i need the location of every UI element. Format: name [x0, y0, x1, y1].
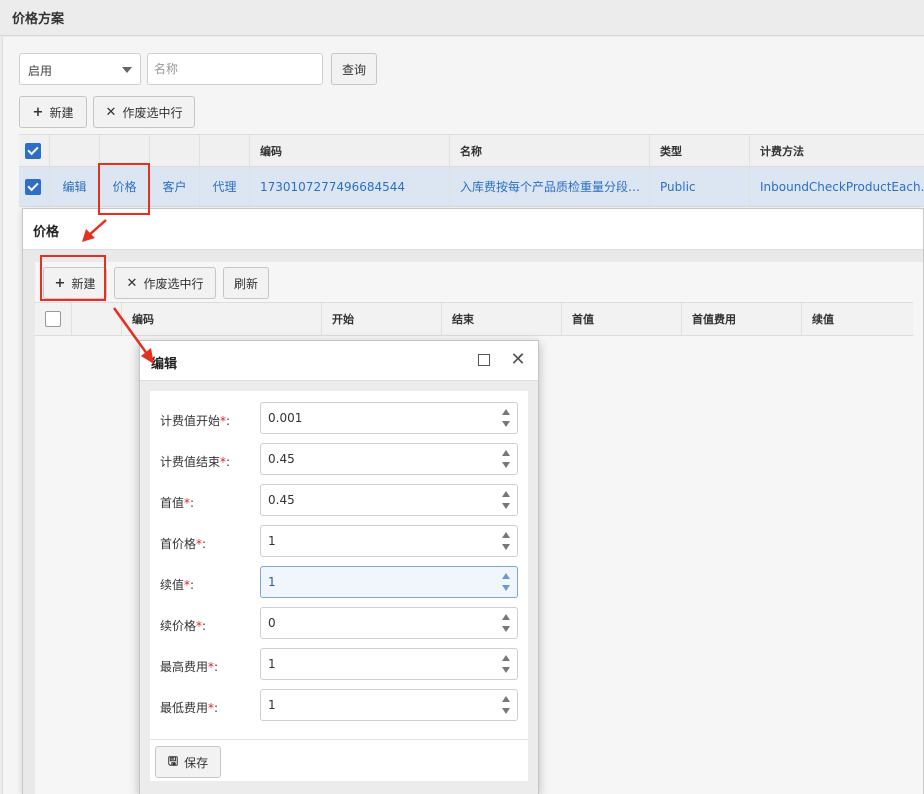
price-void-selected-button-label: 作废选中行 — [143, 276, 204, 291]
spinner-arrows-icon[interactable] — [502, 531, 510, 551]
field-label-first-price: 首价格*: — [160, 537, 207, 551]
action-col-4 — [199, 135, 249, 166]
price-select-all-checkbox[interactable] — [45, 311, 61, 327]
max-fee-input[interactable]: 1 — [260, 648, 518, 680]
column-header-type[interactable]: 类型 — [649, 135, 749, 166]
start-value-input[interactable]: 0.001 — [260, 402, 518, 434]
field-label-next-value: 续值*: — [160, 578, 195, 592]
row-code: 1730107277496684544 — [249, 167, 449, 206]
query-button[interactable]: 查询 — [331, 53, 377, 85]
column-header-code[interactable]: 编码 — [121, 303, 321, 335]
table-row[interactable]: 编辑 价格 客户 代理 1730107277496684544 入库费按每个产品… — [19, 167, 924, 207]
action-col-1 — [49, 135, 99, 166]
chevron-down-icon — [122, 67, 132, 73]
field-row-first-value: 首值*: 0.45 — [150, 484, 528, 518]
field-label-start: 计费值开始*: — [160, 414, 231, 428]
field-label-min-fee: 最低费用*: — [160, 701, 219, 715]
column-header-code[interactable]: 编码 — [249, 135, 449, 166]
grid-header: 编码 名称 类型 计费方法 — [19, 134, 924, 167]
field-row-first-price: 首价格*: 1 — [150, 525, 528, 559]
save-button[interactable]: 🖫 保存 — [155, 746, 221, 778]
field-label-first-value: 首值*: — [160, 496, 195, 510]
form-footer: 🖫 保存 — [150, 739, 528, 781]
name-search-input[interactable] — [147, 53, 323, 85]
first-price-input[interactable]: 1 — [260, 525, 518, 557]
spinner-arrows-icon[interactable] — [502, 408, 510, 428]
column-header-next-value[interactable]: 续值 — [801, 303, 913, 335]
refresh-button-label: 刷新 — [233, 276, 258, 291]
void-selected-button[interactable]: ✕ 作废选中行 — [93, 96, 195, 128]
status-select-value: 启用 — [28, 64, 53, 78]
price-action-col — [71, 303, 121, 335]
floppy-disk-icon: 🖫 — [167, 753, 179, 768]
row-method: InboundCheckProductEach… — [749, 167, 924, 206]
action-col-2 — [99, 135, 149, 166]
row-name: 入库费按每个产品质检重量分段… — [449, 167, 649, 206]
x-icon: ✕ — [126, 275, 138, 291]
maximize-icon[interactable] — [478, 354, 490, 366]
highlight-price-new-button — [40, 255, 106, 301]
page-title: 价格方案 — [0, 0, 924, 36]
next-value-input[interactable]: 1 — [260, 566, 518, 598]
end-value-input[interactable]: 0.45 — [260, 443, 518, 475]
field-row-next-value: 续值*: 1 — [150, 566, 528, 600]
field-row-min-fee: 最低费用*: 1 — [150, 689, 528, 723]
field-label-end: 计费值结束*: — [160, 455, 231, 469]
row-select-cell — [19, 167, 49, 206]
price-select-all-cell — [35, 303, 71, 335]
edit-dialog: 编辑 ✕ 计费值开始*: 0.001 计费值结束*: 0.45 首值*: 0.4… — [139, 340, 539, 794]
agent-link[interactable]: 代理 — [199, 167, 249, 206]
spinner-arrows-icon[interactable] — [502, 490, 510, 510]
query-button-label: 查询 — [341, 62, 366, 77]
new-button[interactable]: + 新建 — [19, 96, 87, 128]
void-selected-button-label: 作废选中行 — [122, 105, 183, 120]
spinner-arrows-icon[interactable] — [502, 572, 510, 592]
spinner-arrows-icon[interactable] — [502, 613, 510, 633]
highlight-price-link — [98, 163, 150, 215]
column-header-first-fee[interactable]: 首值费用 — [681, 303, 801, 335]
x-icon: ✕ — [105, 104, 117, 120]
customer-link[interactable]: 客户 — [149, 167, 199, 206]
spinner-arrows-icon[interactable] — [502, 654, 510, 674]
field-label-max-fee: 最高费用*: — [160, 660, 219, 674]
price-grid-header: 编码 开始 结束 首值 首值费用 续值 — [35, 302, 913, 336]
new-button-label: 新建 — [49, 105, 74, 120]
select-all-cell — [19, 135, 49, 166]
save-button-label: 保存 — [184, 755, 209, 770]
spinner-arrows-icon[interactable] — [502, 449, 510, 469]
field-row-end: 计费值结束*: 0.45 — [150, 443, 528, 477]
status-select[interactable]: 启用 — [19, 53, 141, 85]
plus-icon: + — [32, 104, 44, 120]
field-label-next-price: 续价格*: — [160, 619, 207, 633]
first-value-input[interactable]: 0.45 — [260, 484, 518, 516]
spinner-arrows-icon[interactable] — [502, 695, 510, 715]
close-icon[interactable]: ✕ — [510, 351, 526, 369]
min-fee-input[interactable]: 1 — [260, 689, 518, 721]
price-window-title: 价格 — [23, 209, 923, 250]
column-header-name[interactable]: 名称 — [449, 135, 649, 166]
column-header-first-value[interactable]: 首值 — [561, 303, 681, 335]
edit-dialog-body: 计费值开始*: 0.001 计费值结束*: 0.45 首值*: 0.45 首价格… — [140, 381, 538, 794]
next-price-input[interactable]: 0 — [260, 607, 518, 639]
edit-link[interactable]: 编辑 — [49, 167, 99, 206]
column-header-end[interactable]: 结束 — [441, 303, 561, 335]
row-type: Public — [649, 167, 749, 206]
field-row-next-price: 续价格*: 0 — [150, 607, 528, 641]
row-checkbox[interactable] — [25, 178, 41, 195]
refresh-button[interactable]: 刷新 — [223, 267, 269, 299]
column-header-method[interactable]: 计费方法 — [749, 135, 924, 166]
action-col-3 — [149, 135, 199, 166]
column-header-start[interactable]: 开始 — [321, 303, 441, 335]
price-void-selected-button[interactable]: ✕ 作废选中行 — [114, 267, 216, 299]
edit-form: 计费值开始*: 0.001 计费值结束*: 0.45 首值*: 0.45 首价格… — [150, 391, 528, 781]
select-all-checkbox[interactable] — [25, 142, 41, 159]
field-row-start: 计费值开始*: 0.001 — [150, 402, 528, 436]
field-row-max-fee: 最高费用*: 1 — [150, 648, 528, 682]
